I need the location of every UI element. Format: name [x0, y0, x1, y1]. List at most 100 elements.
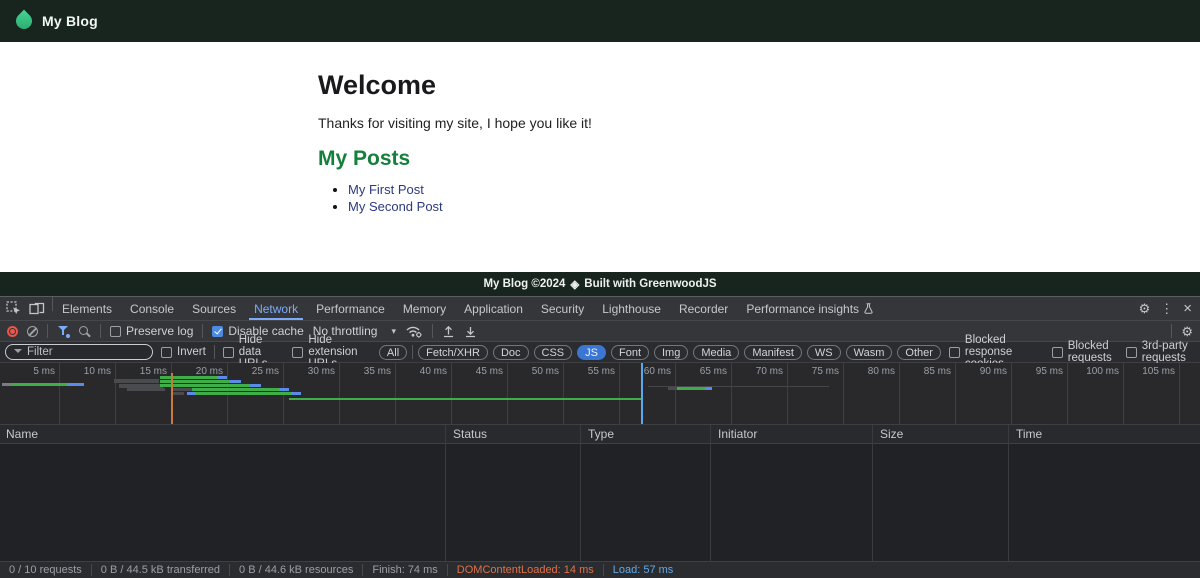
column-header-time[interactable]: Time — [1016, 427, 1042, 441]
site-brand[interactable]: My Blog — [42, 13, 98, 29]
waterfall-bar — [171, 388, 192, 391]
filter-type-font[interactable]: Font — [611, 345, 649, 360]
waterfall-bar — [127, 388, 165, 391]
filter-input-wrap — [5, 344, 153, 360]
settings-gear-icon[interactable]: ⚙ — [1139, 302, 1151, 315]
checkbox-label: 3rd-party requests — [1142, 340, 1195, 364]
column-header-size[interactable]: Size — [880, 427, 903, 441]
tab-application[interactable]: Application — [455, 297, 532, 320]
tab-performance[interactable]: Performance — [307, 297, 394, 320]
column-divider[interactable] — [1008, 425, 1009, 561]
column-divider[interactable] — [872, 425, 873, 561]
waterfall-bar — [289, 398, 641, 400]
checkbox-label: Blocked requests — [1068, 340, 1118, 364]
filter-type-media[interactable]: Media — [693, 345, 739, 360]
third-party-requests-checkbox[interactable]: 3rd-party requests — [1126, 340, 1195, 364]
column-divider[interactable] — [710, 425, 711, 561]
funnel-icon — [14, 349, 22, 353]
waterfall-bar — [217, 376, 227, 379]
requests-table: Name Status Type Initiator Size Time — [0, 425, 1200, 562]
posts-heading: My Posts — [318, 147, 1200, 171]
timeline-tick-label: 90 ms — [955, 366, 1007, 377]
page-title: Welcome — [318, 70, 1200, 101]
tab-console[interactable]: Console — [121, 297, 183, 320]
checkbox-box — [223, 347, 234, 358]
post-link-first[interactable]: My First Post — [348, 182, 424, 197]
resources-size: 0 B / 44.6 kB resources — [229, 564, 362, 576]
timeline-tick-label: 75 ms — [787, 366, 839, 377]
filter-type-all[interactable]: All — [379, 345, 407, 360]
filter-type-img[interactable]: Img — [654, 345, 688, 360]
filter-type-other[interactable]: Other — [897, 345, 941, 360]
network-overview-timeline[interactable]: 5 ms10 ms15 ms20 ms25 ms30 ms35 ms40 ms4… — [0, 363, 1200, 425]
more-options-kebab-icon[interactable]: ⋮ — [1160, 302, 1173, 315]
divider — [1171, 324, 1172, 338]
network-status-bar: 0 / 10 requests 0 B / 44.5 kB transferre… — [0, 562, 1200, 578]
export-har-icon[interactable] — [464, 325, 477, 338]
search-icon[interactable] — [78, 325, 91, 338]
record-network-log-icon[interactable] — [7, 326, 18, 337]
import-har-icon[interactable] — [442, 325, 455, 338]
requests-count: 0 / 10 requests — [0, 564, 91, 576]
filter-type-manifest[interactable]: Manifest — [744, 345, 802, 360]
tab-security[interactable]: Security — [532, 297, 593, 320]
filter-type-ws[interactable]: WS — [807, 345, 841, 360]
waterfall-bar — [291, 392, 301, 395]
checkbox-box — [1052, 347, 1063, 358]
filter-type-css[interactable]: CSS — [534, 345, 573, 360]
checkbox-label: Invert — [177, 346, 206, 358]
timeline-tick-label: 30 ms — [283, 366, 335, 377]
site-main: Welcome Thanks for visiting my site, I h… — [0, 42, 1200, 272]
device-toolbar-icon[interactable] — [29, 302, 46, 315]
filter-type-wasm[interactable]: Wasm — [846, 345, 893, 360]
tab-memory[interactable]: Memory — [394, 297, 455, 320]
tab-performance-insights[interactable]: Performance insights — [737, 297, 882, 320]
tab-recorder[interactable]: Recorder — [670, 297, 737, 320]
checkbox-box — [1126, 347, 1137, 358]
tab-elements[interactable]: Elements — [53, 297, 121, 320]
timeline-tick-label: 50 ms — [507, 366, 559, 377]
waterfall-bar — [160, 384, 250, 387]
post-list: My First Post My Second Post — [348, 181, 1200, 215]
screen: My Blog Welcome Thanks for visiting my s… — [0, 0, 1200, 578]
timeline-tick-label: 65 ms — [675, 366, 727, 377]
invert-checkbox[interactable]: Invert — [161, 346, 206, 358]
divider — [100, 324, 101, 338]
leaf-logo-icon — [13, 10, 36, 33]
chevron-down-icon: ▾ — [391, 326, 396, 337]
column-header-status[interactable]: Status — [453, 427, 487, 441]
post-link-second[interactable]: My Second Post — [348, 199, 443, 214]
column-divider[interactable] — [580, 425, 581, 561]
column-header-type[interactable]: Type — [588, 427, 614, 441]
divider — [214, 345, 215, 359]
timeline-tick-label: 55 ms — [563, 366, 615, 377]
filter-type-js[interactable]: JS — [577, 345, 606, 360]
preserve-log-checkbox[interactable]: Preserve log — [110, 324, 193, 338]
requests-table-body — [0, 444, 1200, 562]
timeline-gridline — [1179, 363, 1180, 424]
checkbox-box — [949, 347, 960, 358]
tab-network[interactable]: Network — [245, 297, 307, 320]
network-conditions-icon[interactable] — [405, 325, 423, 338]
footer-text-left: My Blog ©2024 — [483, 278, 565, 290]
column-header-name[interactable]: Name — [6, 427, 38, 441]
waterfall-bar — [172, 392, 184, 395]
column-divider[interactable] — [445, 425, 446, 561]
inspect-element-icon[interactable] — [6, 301, 21, 316]
close-devtools-icon[interactable]: × — [1183, 301, 1192, 316]
tab-lighthouse[interactable]: Lighthouse — [593, 297, 670, 320]
filter-type-doc[interactable]: Doc — [493, 345, 529, 360]
clear-network-log-icon[interactable] — [27, 326, 38, 337]
network-settings-gear-icon[interactable]: ⚙ — [1181, 325, 1193, 338]
column-header-initiator[interactable]: Initiator — [718, 427, 757, 441]
filter-type-fetch-xhr[interactable]: Fetch/XHR — [418, 345, 488, 360]
waterfall-bar — [250, 384, 261, 387]
tab-sources[interactable]: Sources — [183, 297, 245, 320]
list-item: My First Post — [348, 181, 1200, 198]
divider — [412, 345, 413, 359]
filter-toggle-icon[interactable] — [57, 325, 69, 337]
checkbox-box — [161, 347, 172, 358]
filter-input[interactable] — [27, 346, 144, 358]
waterfall-bar — [2, 383, 11, 386]
blocked-requests-checkbox[interactable]: Blocked requests — [1052, 340, 1118, 364]
